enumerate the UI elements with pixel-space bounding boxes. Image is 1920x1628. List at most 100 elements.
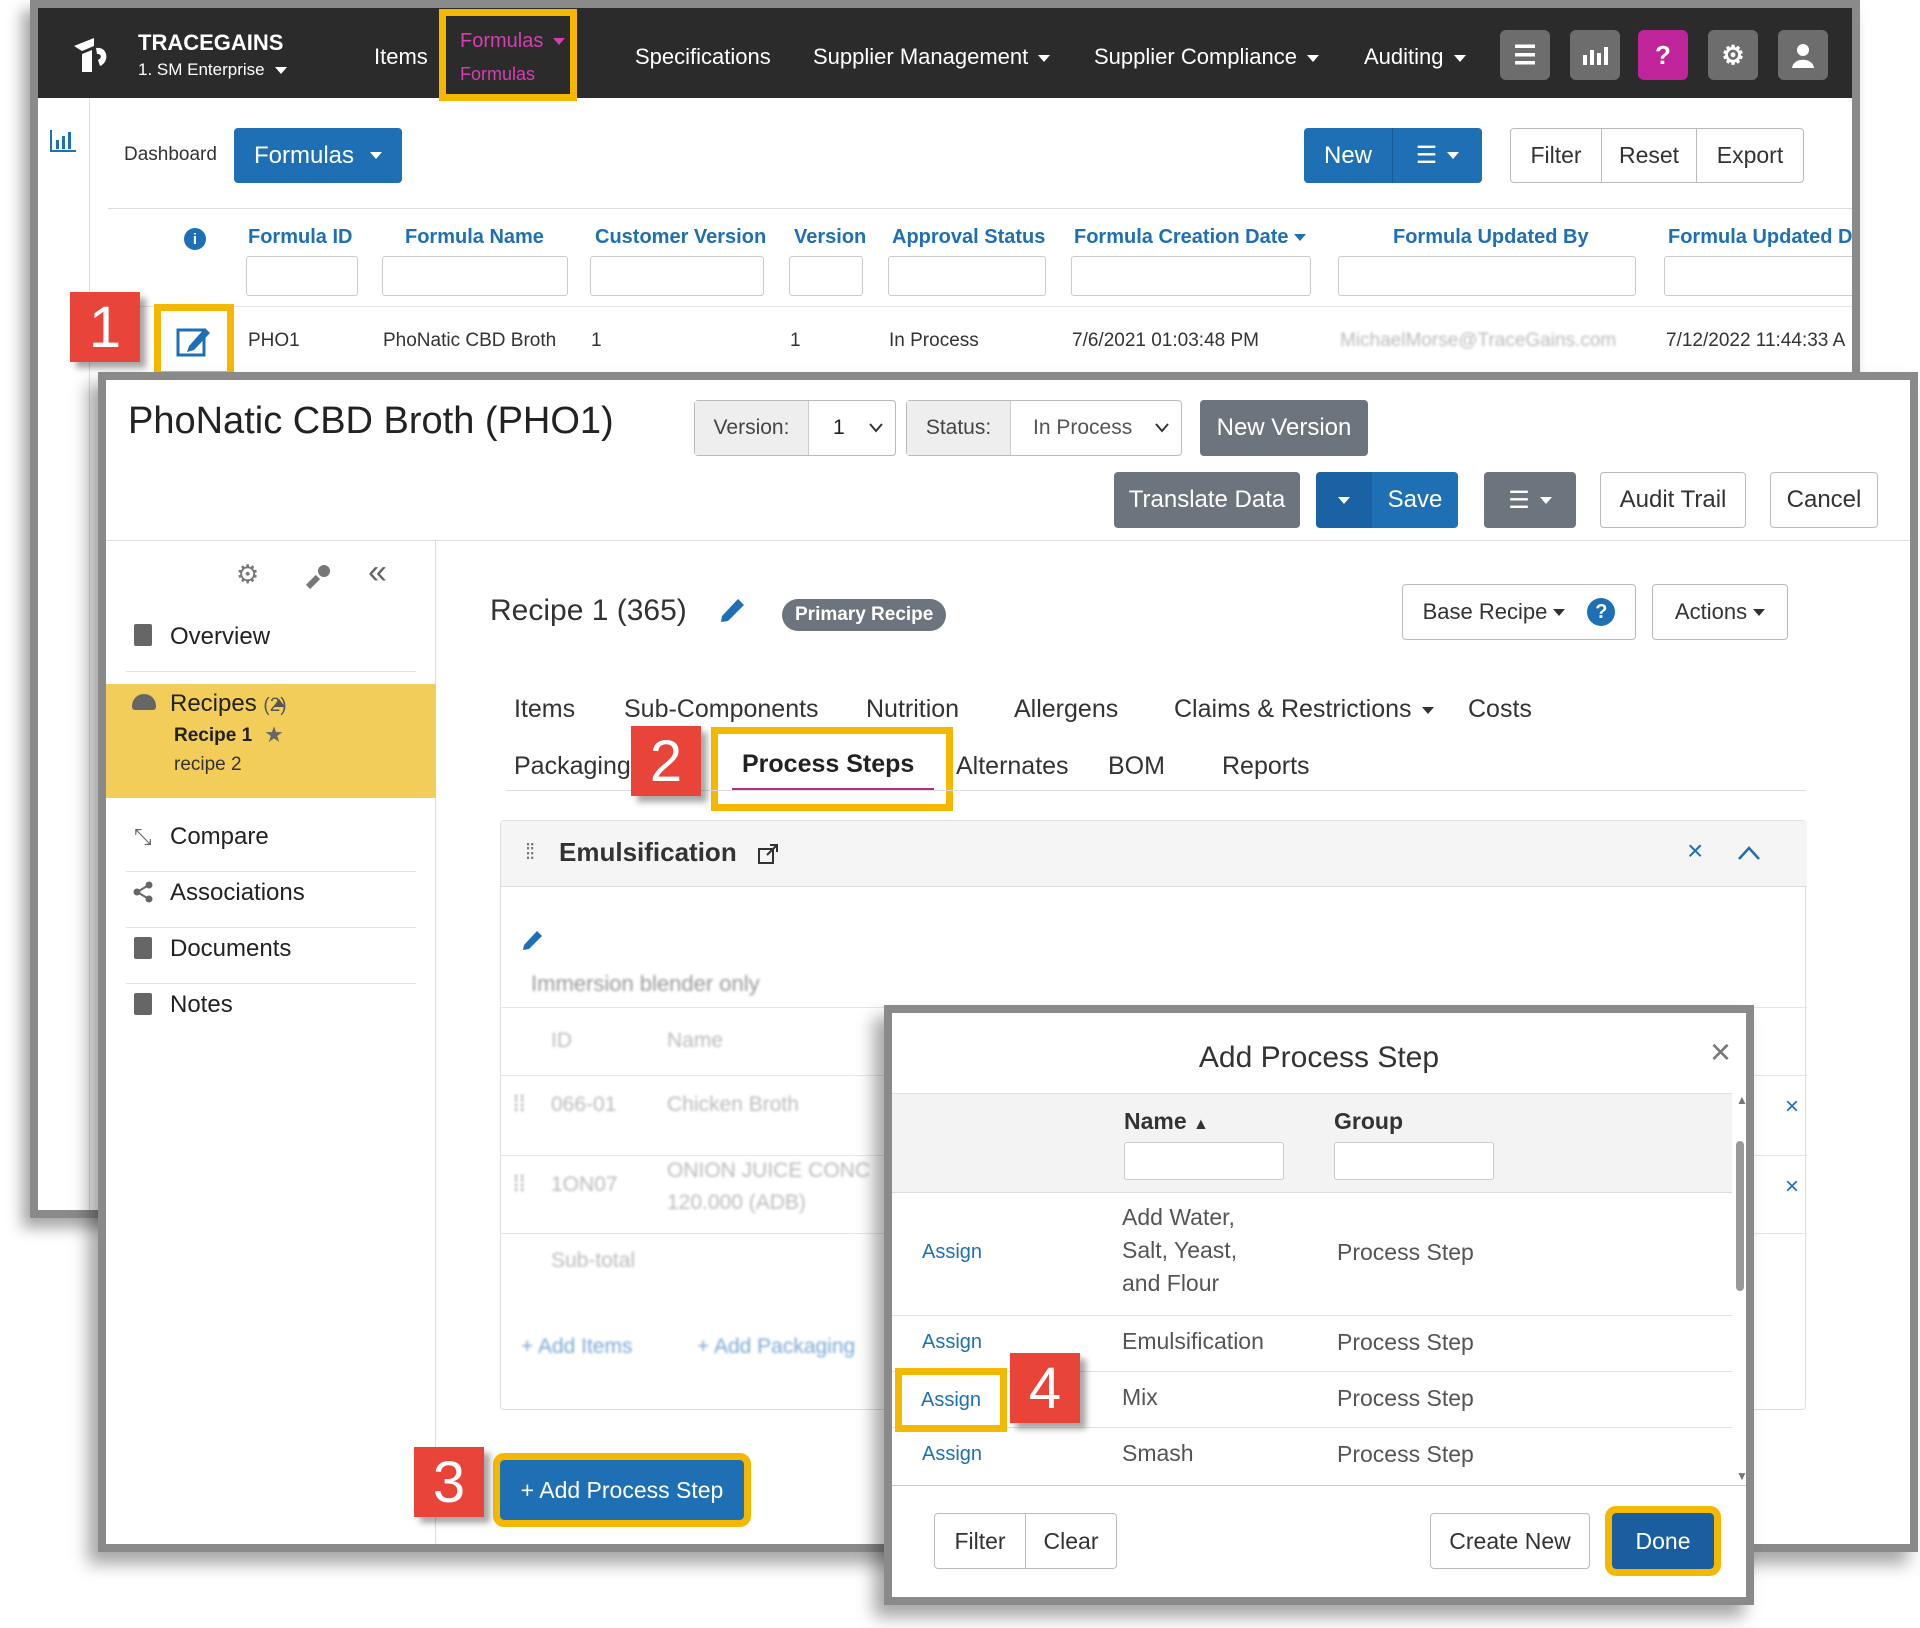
col-formula-creation-date[interactable]: Formula Creation Date [1074, 226, 1307, 249]
filter-formula-name[interactable] [382, 256, 568, 296]
close-icon[interactable]: × [1710, 1031, 1731, 1073]
filter-version[interactable] [789, 256, 863, 296]
col-formula-name[interactable]: Formula Name [405, 226, 544, 249]
translate-data-button[interactable]: Translate Data [1114, 472, 1300, 528]
new-version-button[interactable]: New Version [1200, 400, 1368, 456]
create-new-button[interactable]: Create New [1430, 1513, 1590, 1569]
remove-item-icon[interactable]: × [1785, 1093, 1799, 1121]
nav-items[interactable]: Items [374, 44, 428, 70]
enterprise-selector[interactable]: 1. SM Enterprise [138, 60, 287, 80]
assign-link[interactable]: Assign [922, 1241, 982, 1264]
chevron-up-icon[interactable] [272, 698, 286, 708]
nav-formulas[interactable]: Formulas Formulas [439, 9, 577, 101]
modal-scrollbar[interactable]: ▲ ▼ [1734, 1093, 1746, 1483]
dashboard-chart-icon[interactable] [48, 128, 78, 154]
modal-filter-button[interactable]: Filter [934, 1513, 1026, 1569]
sidebar-notes[interactable]: Notes [170, 991, 233, 1019]
analytics-icon[interactable] [1570, 30, 1620, 80]
save-button[interactable]: Save [1372, 472, 1458, 528]
modal-clear-button[interactable]: Clear [1025, 1513, 1117, 1569]
external-link-icon[interactable] [757, 843, 779, 865]
sidebar-recipes[interactable]: Recipes (2) [170, 690, 287, 718]
nav-supplier-compliance[interactable]: Supplier Compliance [1094, 44, 1319, 70]
col-modal-group[interactable]: Group [1334, 1108, 1403, 1135]
col-formula-id[interactable]: Formula ID [248, 226, 352, 249]
edit-formula-button[interactable] [154, 304, 234, 378]
filter-approval-status[interactable] [888, 256, 1046, 296]
status-select[interactable]: Status: In Process [906, 400, 1182, 456]
sidebar-compare[interactable]: Compare [170, 823, 269, 851]
collapse-sidebar-icon[interactable]: « [368, 553, 387, 592]
menu-icon[interactable]: ☰ [1500, 30, 1550, 80]
add-packaging-link[interactable]: + Add Packaging [697, 1335, 855, 1359]
tab-allergens[interactable]: Allergens [1014, 695, 1118, 724]
settings-gear-icon[interactable]: ⚙ [1708, 30, 1758, 80]
info-icon[interactable]: i [184, 228, 206, 250]
add-items-link[interactable]: + Add Items [521, 1335, 632, 1359]
done-button[interactable]: Done [1605, 1506, 1721, 1576]
scrollbar-thumb[interactable] [1736, 1141, 1744, 1291]
drag-handle-icon[interactable]: ⁞⁞ [513, 1171, 525, 1197]
remove-step-icon[interactable]: × [1687, 835, 1703, 867]
filter-updated-date[interactable] [1664, 256, 1852, 296]
audit-trail-button[interactable]: Audit Trail [1600, 472, 1746, 528]
assign-link[interactable]: Assign [922, 1331, 982, 1354]
new-options-dropdown[interactable]: ☰ [1392, 128, 1482, 183]
tab-sub-components[interactable]: Sub-Components [624, 695, 819, 724]
assign-mix-link[interactable]: Assign [895, 1368, 1007, 1432]
nav-specifications[interactable]: Specifications [635, 44, 771, 70]
sidebar-associations[interactable]: Associations [170, 879, 305, 907]
scroll-down-icon[interactable]: ▼ [1736, 1469, 1746, 1483]
tab-items[interactable]: Items [514, 695, 575, 724]
remove-item-icon[interactable]: × [1785, 1173, 1799, 1201]
add-process-step-button[interactable]: + Add Process Step [493, 1453, 751, 1527]
filter-creation-date[interactable] [1071, 256, 1311, 296]
edit-note-icon[interactable] [521, 927, 545, 951]
chevron-up-icon[interactable] [1737, 845, 1761, 861]
drag-handle-icon[interactable]: ⁞⁞ [513, 1091, 525, 1117]
settings-gear-icon[interactable]: ⚙ [236, 559, 259, 590]
filter-group-input[interactable] [1334, 1142, 1494, 1180]
wrench-icon[interactable] [306, 563, 334, 589]
col-version[interactable]: Version [794, 226, 866, 249]
user-profile-icon[interactable] [1778, 30, 1828, 80]
filter-formula-id[interactable] [246, 256, 358, 296]
tab-process-steps[interactable]: Process Steps [711, 727, 953, 811]
tab-claims-restrictions[interactable]: Claims & Restrictions [1174, 695, 1434, 724]
col-customer-version[interactable]: Customer Version [595, 226, 766, 249]
export-button[interactable]: Export [1696, 128, 1804, 183]
nav-supplier-management[interactable]: Supplier Management [813, 44, 1051, 70]
version-select[interactable]: Version: 1 [694, 400, 896, 456]
col-modal-name[interactable]: Name ▲ [1124, 1108, 1209, 1135]
cancel-button[interactable]: Cancel [1770, 472, 1878, 528]
tab-bom[interactable]: BOM [1108, 752, 1165, 781]
tab-packaging[interactable]: Packaging [514, 752, 631, 781]
dashboard-breadcrumb[interactable]: Dashboard [124, 144, 217, 166]
col-formula-updated-date[interactable]: Formula Updated D [1668, 226, 1852, 249]
tab-alternates[interactable]: Alternates [956, 752, 1069, 781]
tab-costs[interactable]: Costs [1468, 695, 1532, 724]
sidebar-overview[interactable]: Overview [170, 623, 270, 651]
edit-pencil-icon[interactable] [718, 594, 748, 624]
sidebar-recipe-1[interactable]: Recipe 1 ★ [174, 724, 282, 747]
drag-handle-icon[interactable]: ⁞⁞ [525, 839, 535, 865]
filter-button[interactable]: Filter [1510, 128, 1602, 183]
filter-name-input[interactable] [1124, 1142, 1284, 1180]
base-recipe-button[interactable]: Base Recipe ? [1402, 584, 1636, 640]
actions-button[interactable]: Actions [1652, 584, 1788, 640]
new-button[interactable]: New [1304, 128, 1392, 183]
tab-reports[interactable]: Reports [1222, 752, 1310, 781]
module-select-button[interactable]: Formulas [234, 128, 402, 183]
save-options-dropdown[interactable] [1316, 472, 1372, 528]
nav-auditing[interactable]: Auditing [1364, 44, 1466, 70]
sidebar-documents[interactable]: Documents [170, 935, 291, 963]
help-icon[interactable]: ? [1638, 30, 1688, 80]
filter-updated-by[interactable] [1338, 256, 1636, 296]
tab-nutrition[interactable]: Nutrition [866, 695, 959, 724]
sidebar-recipe-2[interactable]: recipe 2 [174, 754, 242, 776]
col-formula-updated-by[interactable]: Formula Updated By [1393, 226, 1589, 249]
col-approval-status[interactable]: Approval Status [892, 226, 1045, 249]
reset-button[interactable]: Reset [1601, 128, 1697, 183]
scroll-up-icon[interactable]: ▲ [1736, 1093, 1746, 1107]
assign-link[interactable]: Assign [922, 1443, 982, 1466]
